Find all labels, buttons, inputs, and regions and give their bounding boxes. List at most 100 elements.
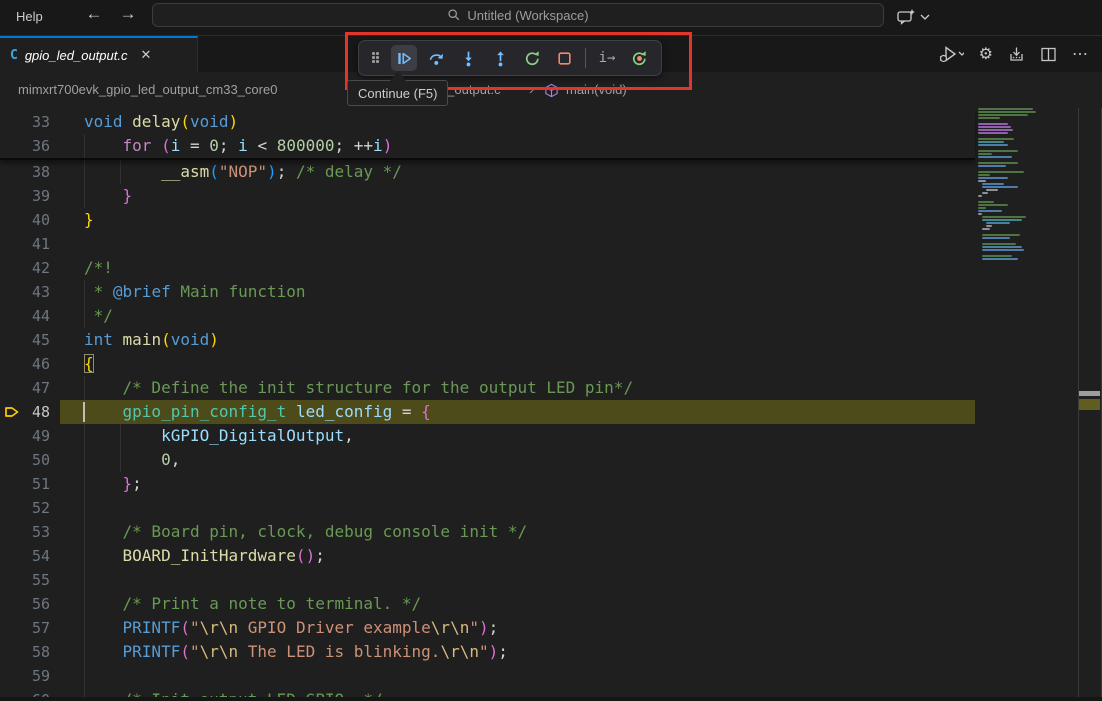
code-line[interactable]: 42/*! [0, 256, 975, 280]
line-number[interactable]: 53 [0, 520, 50, 544]
code-text: 0, [84, 448, 180, 472]
c-language-icon: C [10, 48, 18, 63]
toolbar-drag-handle[interactable] [367, 45, 385, 71]
code-line[interactable]: 40} [0, 208, 975, 232]
restart-button[interactable] [519, 45, 545, 71]
code-line[interactable]: 48 gpio_pin_config_t led_config = { [0, 400, 975, 424]
step-out-icon [492, 50, 509, 67]
reset-device-icon [631, 50, 648, 67]
line-number[interactable]: 58 [0, 640, 50, 664]
code-line[interactable]: 47 /* Define the init structure for the … [0, 376, 975, 400]
gear-icon[interactable]: ⚙ [979, 44, 993, 64]
line-number[interactable]: 59 [0, 664, 50, 688]
line-number[interactable]: 50 [0, 448, 50, 472]
more-actions-icon[interactable]: ⋯ [1072, 44, 1088, 64]
line-number[interactable]: 45 [0, 328, 50, 352]
step-into-icon [460, 50, 477, 67]
line-number[interactable]: 46 [0, 352, 50, 376]
indent-guide [84, 496, 85, 520]
step-over-button[interactable] [423, 45, 449, 71]
code-line[interactable]: 41 [0, 232, 975, 256]
line-number[interactable]: 51 [0, 472, 50, 496]
sticky-line[interactable]: 36 for (i = 0; i < 800000; ++i) [0, 134, 975, 158]
line-number[interactable]: 54 [0, 544, 50, 568]
code-line[interactable]: 46{ [0, 352, 975, 376]
overview-ruler-cursor-marker [1079, 391, 1100, 396]
line-number[interactable]: 41 [0, 232, 50, 256]
step-into-button[interactable] [455, 45, 481, 71]
code-line[interactable]: 54 BOARD_InitHardware(); [0, 544, 975, 568]
run-and-debug-button[interactable] [938, 45, 964, 63]
tooltip: Continue (F5) [347, 80, 448, 106]
line-number[interactable]: 40 [0, 208, 50, 232]
step-out-button[interactable] [487, 45, 513, 71]
copilot-button[interactable] [896, 8, 930, 26]
minimap-line [978, 207, 986, 209]
split-editor-icon[interactable] [1040, 46, 1057, 63]
code-line[interactable]: 49 kGPIO_DigitalOutput, [0, 424, 975, 448]
code-line[interactable]: 45int main(void) [0, 328, 975, 352]
code-line[interactable]: 39 } [0, 184, 975, 208]
breadcrumb-project[interactable]: mimxrt700evk_gpio_led_output_cm33_core0 [18, 82, 277, 97]
minimap-line [978, 144, 1008, 146]
minimap-line [978, 165, 1006, 167]
tab-label: gpio_led_output.c [25, 48, 128, 63]
minimap[interactable] [978, 108, 1068, 268]
tab-gpio-led-output[interactable]: C gpio_led_output.c ✕ [0, 36, 198, 72]
debug-current-line-arrow-icon [4, 404, 20, 420]
line-number[interactable]: 49 [0, 424, 50, 448]
line-number[interactable]: 43 [0, 280, 50, 304]
line-number[interactable]: 36 [0, 134, 50, 158]
code-line[interactable]: 43 * @brief Main function [0, 280, 975, 304]
reset-device-button[interactable] [626, 45, 652, 71]
line-number[interactable]: 33 [0, 110, 50, 134]
text-cursor [83, 402, 85, 422]
line-number[interactable]: 47 [0, 376, 50, 400]
sticky-scroll: 33void delay(void)36 for (i = 0; i < 800… [0, 108, 975, 160]
download-into-target-icon[interactable] [1008, 46, 1025, 63]
minimap-line [978, 129, 1013, 131]
code-line[interactable]: 59 [0, 664, 975, 688]
minimap-line [978, 141, 1004, 143]
minimap-line [986, 189, 998, 191]
forward-arrow-icon[interactable]: → [116, 4, 140, 24]
minimap-line [978, 156, 1012, 158]
line-number[interactable]: 52 [0, 496, 50, 520]
close-icon[interactable]: ✕ [140, 47, 151, 63]
line-number[interactable]: 42 [0, 256, 50, 280]
line-number[interactable]: 56 [0, 592, 50, 616]
line-number[interactable]: 44 [0, 304, 50, 328]
minimap-line [978, 123, 1008, 125]
minimap-line [978, 117, 1000, 119]
code-line[interactable]: 50 0, [0, 448, 975, 472]
code-line[interactable]: 52 [0, 496, 975, 520]
code-text: /* Define the init structure for the out… [84, 376, 633, 400]
minimap-line [982, 192, 988, 194]
sticky-line[interactable]: 33void delay(void) [0, 110, 975, 134]
line-number[interactable]: 39 [0, 184, 50, 208]
chevron-down-icon [920, 14, 930, 20]
continue-button[interactable] [391, 45, 417, 71]
back-arrow-icon[interactable]: ← [82, 4, 106, 24]
code-line[interactable]: 38 __asm("NOP"); /* delay */ [0, 160, 975, 184]
minimap-line [978, 174, 990, 176]
command-center-search[interactable]: Untitled (Workspace) [152, 3, 884, 27]
code-line[interactable]: 57 PRINTF("\r\n GPIO Driver example\r\n"… [0, 616, 975, 640]
code-line[interactable]: 51 }; [0, 472, 975, 496]
stop-button[interactable] [551, 45, 577, 71]
menu-item-help[interactable]: Help [10, 7, 49, 26]
code-line[interactable]: 53 /* Board pin, clock, debug console in… [0, 520, 975, 544]
code-line[interactable]: 55 [0, 568, 975, 592]
editor-pane[interactable]: 38 __asm("NOP"); /* delay */39 }40}4142/… [0, 108, 1102, 701]
code-line[interactable]: 58 PRINTF("\r\n The LED is blinking.\r\n… [0, 640, 975, 664]
line-number[interactable]: 38 [0, 160, 50, 184]
minimap-line [982, 183, 1004, 185]
minimap-line [982, 234, 1020, 236]
code-line[interactable]: 56 /* Print a note to terminal. */ [0, 592, 975, 616]
line-number[interactable]: 55 [0, 568, 50, 592]
editor-actions: ⚙ ⋯ [938, 36, 1088, 72]
code-line[interactable]: 44 */ [0, 304, 975, 328]
instruction-step-button[interactable]: i→ [594, 45, 620, 71]
line-number[interactable]: 57 [0, 616, 50, 640]
overview-ruler-debug-marker [1079, 399, 1100, 410]
